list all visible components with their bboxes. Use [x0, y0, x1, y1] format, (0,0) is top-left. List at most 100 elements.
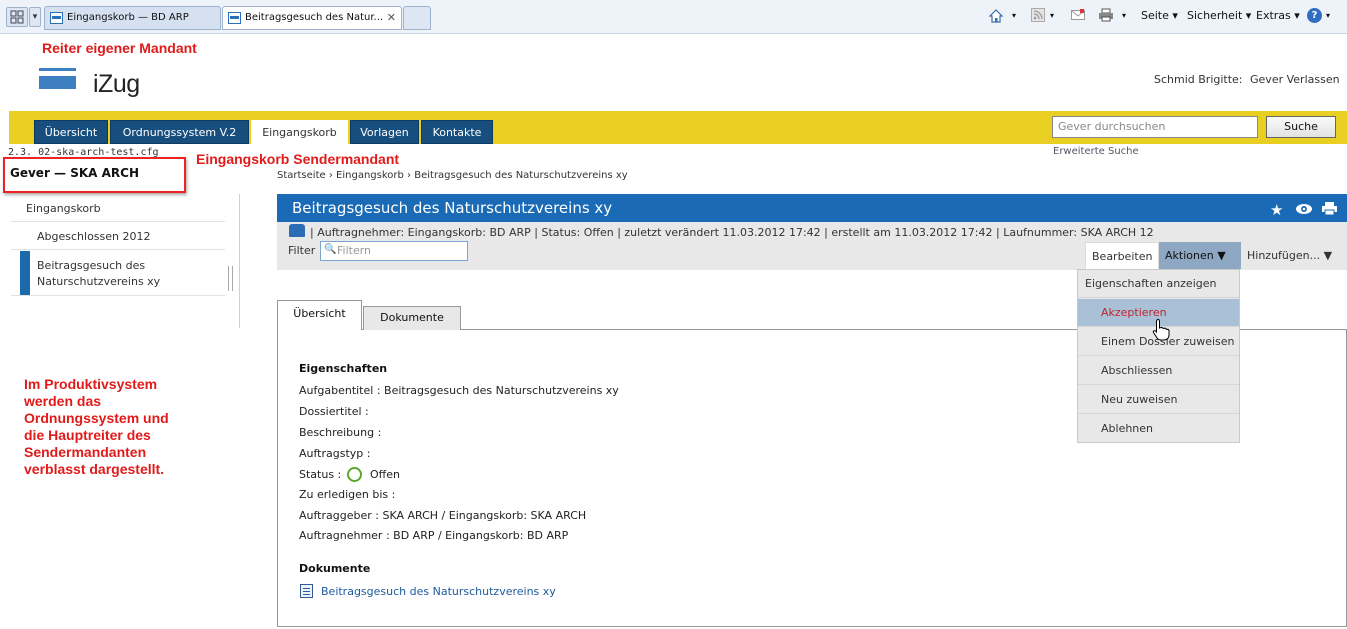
printer-icon[interactable] — [1098, 8, 1114, 22]
feed-menu-chevron-icon[interactable]: ▾ — [1050, 11, 1054, 20]
page-menu[interactable]: Seite ▾ — [1141, 9, 1178, 22]
property-row: Auftraggeber : SKA ARCH / Eingangskorb: … — [299, 509, 587, 522]
security-menu-label: Sicherheit — [1187, 9, 1243, 22]
logo-mark — [39, 76, 76, 89]
breadcrumb-inbox[interactable]: Eingangskorb — [336, 170, 404, 181]
help-label: ? — [1311, 10, 1318, 21]
rss-feed-icon[interactable] — [1031, 8, 1045, 22]
annotation-production-note: Im Produktivsystem werden das Ordnungssy… — [24, 376, 224, 478]
property-row: Dossiertitel : — [299, 405, 369, 418]
mandant-title: Gever — SKA ARCH — [10, 166, 140, 180]
add-menu-button[interactable]: Hinzufügen... ▼ — [1241, 242, 1338, 269]
help-menu-chevron-icon[interactable]: ▾ — [1326, 11, 1330, 20]
search-input[interactable]: Gever durchsuchen — [1052, 116, 1258, 138]
logout-link[interactable]: Gever Verlassen — [1250, 73, 1340, 86]
sidebar-scroll-handle[interactable] — [228, 266, 229, 291]
breadcrumb: Startseite › Eingangskorb › Beitragsgesu… — [277, 170, 628, 181]
menu-item-reassign[interactable]: Neu zuweisen — [1078, 386, 1239, 414]
inbox-tray-icon — [289, 224, 305, 237]
actions-menu-button[interactable]: Aktionen ▼ — [1159, 242, 1241, 269]
documents-heading: Dokumente — [299, 562, 371, 575]
extras-menu[interactable]: Extras ▾ — [1256, 9, 1300, 22]
status-value: Offen — [370, 468, 400, 481]
property-row: Zu erledigen bis : — [299, 488, 396, 501]
mail-icon[interactable] — [1071, 8, 1085, 22]
advanced-search-link[interactable]: Erweiterte Suche — [1053, 146, 1139, 157]
sidebar-item-active-task[interactable]: Beitragsgesuch des Naturschutzvereins xy — [11, 252, 225, 296]
menu-item-close[interactable]: Abschliessen — [1078, 357, 1239, 385]
sidebar-item-closed-2012[interactable]: Abgeschlossen 2012 — [11, 224, 225, 250]
home-icon[interactable] — [988, 8, 1004, 24]
property-row: Auftragnehmer : BD ARP / Eingangskorb: B… — [299, 529, 569, 542]
annotation-line: Ordnungssystem und — [24, 410, 169, 426]
edit-button[interactable]: Bearbeiten — [1085, 242, 1160, 269]
breadcrumb-separator: › — [328, 170, 333, 181]
browser-tab-inbox[interactable]: Eingangskorb — BD ARP — [44, 6, 221, 30]
help-icon[interactable]: ? — [1307, 8, 1322, 23]
user-area: Schmid Brigitte: Gever Verlassen — [1154, 73, 1340, 86]
nav-tab-contacts[interactable]: Kontakte — [421, 120, 493, 144]
browser-tab-label: Eingangskorb — BD ARP — [67, 12, 189, 23]
sidebar-divider — [239, 194, 240, 328]
active-tab-joiner — [278, 329, 361, 331]
tab-list-chevron-down-icon[interactable]: ▾ — [29, 7, 41, 27]
breadcrumb-current: Beitragsgesuch des Naturschutzvereins xy — [414, 170, 628, 181]
annotation-sender-inbox: Eingangskorb Sendermandant — [196, 151, 400, 167]
sidebar-item-inbox[interactable]: Eingangskorb — [11, 196, 225, 222]
home-menu-chevron-icon[interactable]: ▾ — [1012, 11, 1016, 20]
menu-item-show-properties[interactable]: Eigenschaften anzeigen — [1078, 270, 1239, 298]
user-name: Schmid Brigitte: — [1154, 73, 1243, 86]
tab-overview[interactable]: Übersicht — [277, 300, 362, 330]
logo-mark-line — [39, 68, 76, 71]
search-button[interactable]: Suche — [1266, 116, 1336, 138]
annotation-line: werden das — [24, 393, 102, 409]
document-link[interactable]: Beitragsgesuch des Naturschutzvereins xy — [321, 585, 556, 598]
nav-tab-repository[interactable]: Ordnungssystem V.2 — [110, 120, 249, 144]
close-tab-icon[interactable]: ✕ — [387, 7, 396, 29]
annotation-line: verblasst dargestellt. — [24, 461, 165, 477]
menu-item-reject[interactable]: Ablehnen — [1078, 415, 1239, 443]
eye-icon[interactable] — [1295, 203, 1313, 215]
page-favicon-icon — [50, 12, 63, 24]
breadcrumb-separator: › — [407, 170, 412, 181]
page-menu-label: Seite — [1141, 9, 1169, 22]
page-title: Beitragsgesuch des Naturschutzvereins xy — [292, 199, 613, 217]
breadcrumb-home[interactable]: Startseite — [277, 170, 326, 181]
filter-placeholder: Filtern — [337, 244, 372, 257]
logo-text[interactable]: iZug — [93, 70, 140, 99]
browser-tab-label: Beitragsgesuch des Natur... — [245, 12, 384, 23]
nav-tab-templates[interactable]: Vorlagen — [350, 120, 419, 144]
nav-tab-overview[interactable]: Übersicht — [34, 120, 108, 144]
property-row: Aufgabentitel : Beitragsgesuch des Natur… — [299, 384, 619, 397]
sidebar-item-label: Abgeschlossen 2012 — [37, 230, 151, 243]
document-icon — [300, 584, 313, 598]
quick-tabs-icon[interactable] — [6, 7, 28, 27]
status-open-icon — [347, 467, 362, 482]
extras-menu-label: Extras — [1256, 9, 1291, 22]
printer-icon[interactable] — [1321, 201, 1338, 216]
browser-tab-active[interactable]: Beitragsgesuch des Natur... ✕ — [222, 6, 402, 30]
sidebar-item-label: Eingangskorb — [26, 202, 101, 215]
task-meta-info: | Auftragnehmer: Eingangskorb: BD ARP | … — [310, 226, 1154, 239]
property-row: Auftragstyp : — [299, 447, 371, 460]
properties-heading: Eigenschaften — [299, 362, 388, 375]
annotation-line: die Hauptreiter des — [24, 427, 151, 443]
annotation-own-mandant: Reiter eigener Mandant — [42, 40, 197, 56]
search-icon: 🔍 — [324, 244, 337, 255]
nav-tab-inbox[interactable]: Eingangskorb — [251, 120, 348, 144]
sidebar-item-label: Beitragsgesuch des — [37, 259, 146, 272]
star-icon[interactable]: ★ — [1270, 201, 1283, 219]
sidebar-scroll-handle[interactable] — [232, 266, 233, 291]
annotation-line: Sendermandanten — [24, 444, 147, 460]
property-row: Status : — [299, 468, 342, 481]
new-tab-button[interactable] — [403, 6, 431, 30]
print-menu-chevron-icon[interactable]: ▾ — [1122, 11, 1126, 20]
page-favicon-icon — [228, 12, 241, 24]
filter-input[interactable]: 🔍 Filtern — [320, 241, 468, 261]
annotation-line: Im Produktivsystem — [24, 376, 158, 392]
filter-label: Filter — [288, 244, 316, 257]
sidebar-item-label: Naturschutzvereins xy — [37, 275, 161, 288]
property-row: Beschreibung : — [299, 426, 382, 439]
tab-documents[interactable]: Dokumente — [363, 306, 461, 330]
security-menu[interactable]: Sicherheit ▾ — [1187, 9, 1251, 22]
